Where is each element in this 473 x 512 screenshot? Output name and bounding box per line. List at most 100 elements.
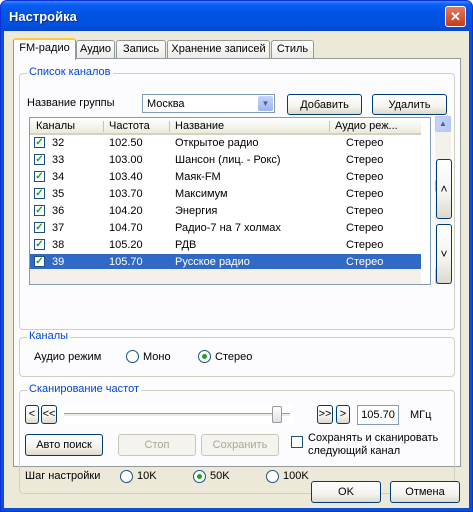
frequency-display: 105.70 [357, 405, 399, 425]
scan-group-title: Сканирование частот [27, 383, 141, 395]
horizontal-scrollbar[interactable] [30, 269, 421, 284]
table-header: Каналы Частота Название Аудио реж... [30, 118, 421, 135]
radio-selected-dot [197, 474, 202, 479]
column-header-name[interactable]: Название [175, 120, 224, 132]
channel-name: Маяк-FM [175, 171, 221, 183]
stereo-label[interactable]: Стерео [215, 351, 252, 363]
mono-radio[interactable] [126, 350, 139, 363]
channel-audio-mode: Стерео [346, 154, 384, 166]
table-row[interactable]: ✓ 38 105.20 РДВ Стерео [30, 237, 421, 254]
channels-group: Каналы Аудио режим Моно Стерео [19, 330, 455, 377]
column-header-audio-mode[interactable]: Аудио реж... [335, 120, 413, 132]
step-back-button[interactable]: < [25, 405, 39, 424]
step-label: Шаг настройки [25, 470, 101, 482]
channel-audio-mode: Стерео [346, 205, 384, 217]
slider-thumb[interactable] [272, 406, 282, 423]
channel-audio-mode: Стерео [346, 171, 384, 183]
close-icon[interactable]: ✕ [445, 6, 466, 27]
channel-checkbox[interactable]: ✓ [34, 222, 45, 233]
save-and-scan-label[interactable]: Сохранять и сканировать следующий канал [308, 432, 448, 458]
cancel-button[interactable]: Отмена [390, 481, 460, 503]
title-bar[interactable]: Настройка ✕ [1, 1, 472, 31]
radio-selected-dot [202, 354, 207, 359]
channel-audio-mode: Стерео [346, 222, 384, 234]
tab-recording[interactable]: Запись [116, 40, 166, 58]
channel-name: Русское радио [175, 256, 250, 268]
channel-frequency: 105.20 [109, 239, 143, 251]
step-100k-label[interactable]: 100K [283, 470, 309, 482]
table-row[interactable]: ✓ 36 104.20 Энергия Стерео [30, 203, 421, 220]
table-row[interactable]: ✓ 33 103.00 Шансон (лиц. - Рокс) Стерео [30, 152, 421, 169]
channel-number: 32 [52, 137, 65, 149]
channel-checkbox[interactable]: ✓ [34, 154, 45, 165]
step-100k-radio[interactable] [266, 470, 279, 483]
group-name-label: Название группы [27, 97, 115, 109]
channel-checkbox[interactable]: ✓ [34, 188, 45, 199]
seek-back-button[interactable]: << [41, 405, 57, 424]
stop-button[interactable]: Стоп [118, 434, 196, 456]
stereo-radio[interactable] [198, 350, 211, 363]
table-row[interactable]: ✓ 32 102.50 Открытое радио Стерео [30, 135, 421, 152]
channel-checkbox[interactable]: ✓ [34, 171, 45, 182]
channel-frequency: 103.00 [109, 154, 143, 166]
frequency-slider[interactable] [60, 405, 293, 424]
channel-list-group: Список каналов Название группы Москва ▼ … [19, 66, 455, 330]
settings-dialog: Настройка ✕ FM-радио Аудио Запись Хранен… [0, 0, 473, 512]
channel-frequency: 104.70 [109, 222, 143, 234]
channel-checkbox[interactable]: ✓ [34, 137, 45, 148]
column-divider[interactable] [103, 121, 104, 132]
channel-name: Энергия [175, 205, 218, 217]
group-name-value: Москва [147, 98, 185, 110]
channel-frequency: 102.50 [109, 137, 143, 149]
channel-audio-mode: Стерео [346, 188, 384, 200]
column-divider[interactable] [169, 121, 170, 132]
column-header-channel[interactable]: Каналы [36, 120, 75, 132]
step-50k-label[interactable]: 50K [210, 470, 230, 482]
column-header-frequency[interactable]: Частота [109, 120, 150, 132]
seek-forward-button[interactable]: >> [317, 405, 333, 424]
channel-name: Открытое радио [175, 137, 259, 149]
chevron-up-icon[interactable]: ˄ [436, 159, 452, 219]
audio-mode-label: Аудио режим [34, 351, 102, 363]
table-row[interactable]: ✓ 35 103.70 Максимум Стерео [30, 186, 421, 203]
column-divider[interactable] [329, 121, 330, 132]
channel-number: 38 [52, 239, 65, 251]
channel-checkbox[interactable]: ✓ [34, 205, 45, 216]
channel-name: РДВ [175, 239, 197, 251]
chevron-down-icon[interactable]: ˅ [436, 224, 452, 284]
mono-label[interactable]: Моно [143, 351, 171, 363]
save-button[interactable]: Сохранить [201, 434, 279, 456]
tab-style[interactable]: Стиль [271, 40, 314, 58]
group-name-combo[interactable]: Москва ▼ [142, 94, 275, 113]
channel-number: 35 [52, 188, 65, 200]
step-10k-label[interactable]: 10K [137, 470, 157, 482]
scan-group: Сканирование частот < << >> > 105.70 МГц… [19, 383, 455, 494]
channel-number: 37 [52, 222, 65, 234]
table-row[interactable]: ✓ 34 103.40 Маяк-FM Стерео [30, 169, 421, 186]
window-title: Настройка [9, 9, 77, 24]
table-row[interactable]: ✓ 37 104.70 Радио-7 на 7 холмах Стерео [30, 220, 421, 237]
channel-number: 34 [52, 171, 65, 183]
channel-list-group-title: Список каналов [27, 66, 113, 78]
channel-name: Максимум [175, 188, 228, 200]
chevron-down-icon[interactable]: ▼ [258, 96, 273, 111]
slider-track [64, 413, 290, 417]
channel-checkbox[interactable]: ✓ [34, 239, 45, 250]
channel-name: Радио-7 на 7 холмах [175, 222, 281, 234]
add-button[interactable]: Добавить [287, 94, 362, 115]
delete-button[interactable]: Удалить [372, 94, 447, 115]
channel-frequency: 105.70 [109, 256, 143, 268]
auto-search-button[interactable]: Авто поиск [25, 434, 103, 456]
scroll-up-icon[interactable]: ▲ [435, 116, 451, 132]
channel-frequency: 104.20 [109, 205, 143, 217]
channel-table[interactable]: Каналы Частота Название Аудио реж... ✓ 32… [29, 117, 431, 285]
save-and-scan-checkbox[interactable] [291, 436, 303, 448]
tab-record-storage[interactable]: Хранение записей [167, 40, 270, 58]
step-forward-button[interactable]: > [336, 405, 350, 424]
tab-audio[interactable]: Аудио [76, 40, 115, 58]
step-50k-radio[interactable] [193, 470, 206, 483]
step-10k-radio[interactable] [120, 470, 133, 483]
channel-checkbox[interactable]: ✓ [34, 256, 45, 267]
ok-button[interactable]: OK [311, 481, 381, 503]
tab-fm-radio[interactable]: FM-радио [13, 38, 76, 60]
